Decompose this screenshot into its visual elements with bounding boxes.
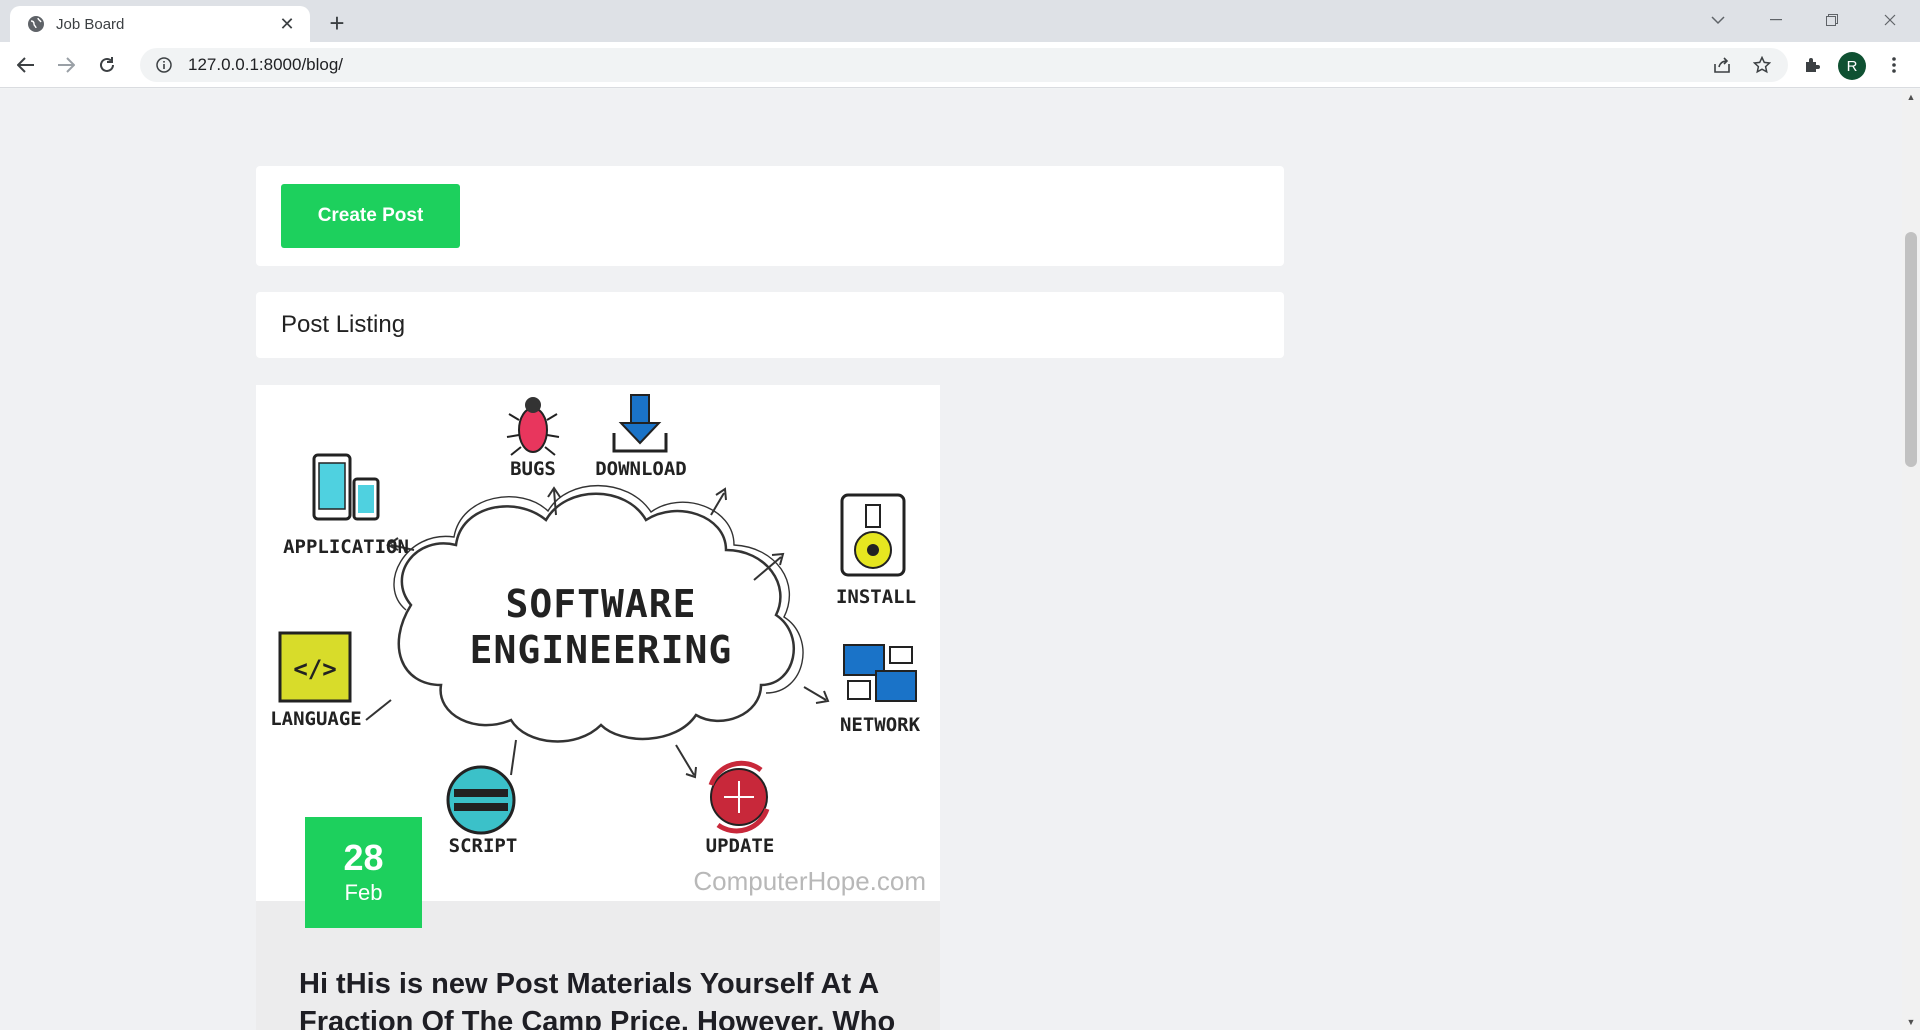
tab-title: Job Board <box>56 15 125 33</box>
forward-arrow-icon[interactable] <box>50 49 82 81</box>
install-icon <box>840 493 906 577</box>
label-script: SCRIPT <box>449 835 518 857</box>
reload-icon[interactable] <box>91 49 123 81</box>
browser-toolbar: 127.0.0.1:8000/blog/ R <box>0 42 1920 88</box>
restore-icon[interactable] <box>1804 0 1860 40</box>
language-icon: </> <box>278 631 352 703</box>
label-download: DOWNLOAD <box>595 458 687 480</box>
globe-icon <box>26 14 46 34</box>
tab-strip: Job Board ✕ + <box>0 0 1920 42</box>
page-scrollbar[interactable]: ▲ ▼ <box>1902 89 1920 1030</box>
address-bar[interactable]: 127.0.0.1:8000/blog/ <box>140 48 1788 82</box>
tab-search-icon[interactable] <box>1690 0 1746 40</box>
download-icon <box>612 394 668 453</box>
page-viewport: Create Post Post Listing SOFTWARE ENGINE… <box>0 89 1902 1030</box>
update-icon <box>708 760 770 834</box>
url-text: 127.0.0.1:8000/blog/ <box>188 55 344 74</box>
back-arrow-icon[interactable] <box>10 49 42 81</box>
tab-close-icon[interactable]: ✕ <box>276 13 298 35</box>
network-icon <box>843 644 917 702</box>
profile-avatar[interactable]: R <box>1838 52 1866 80</box>
script-icon <box>446 765 516 835</box>
center-line-1: SOFTWARE <box>505 582 696 626</box>
browser-tab[interactable]: Job Board ✕ <box>10 6 310 42</box>
post-card[interactable]: SOFTWARE ENGINEERING BUGS DOWNLOAD APPLI… <box>256 385 940 1030</box>
post-title[interactable]: Hi tHis is new Post Materials Yourself A… <box>299 965 919 1030</box>
scroll-thumb[interactable] <box>1905 232 1917 467</box>
create-post-card: Create Post <box>256 166 1284 266</box>
svg-text:</>: </> <box>293 655 336 683</box>
date-month: Feb <box>344 879 383 905</box>
scroll-up-arrow-icon[interactable]: ▲ <box>1902 89 1920 105</box>
listing-heading: Post Listing <box>281 311 406 338</box>
scroll-down-arrow-icon[interactable]: ▼ <box>1902 1014 1920 1030</box>
site-info-icon[interactable] <box>154 55 174 75</box>
extensions-puzzle-icon[interactable] <box>1798 51 1826 79</box>
application-icon <box>312 453 380 521</box>
create-post-button[interactable]: Create Post <box>281 184 460 248</box>
label-network: NETWORK <box>840 714 921 736</box>
menu-kebab-icon[interactable] <box>1880 51 1908 79</box>
post-listing-header: Post Listing <box>256 292 1284 358</box>
minimize-icon[interactable] <box>1748 0 1804 40</box>
bug-icon <box>506 397 560 456</box>
label-application: APPLICATION <box>283 536 409 558</box>
share-icon[interactable] <box>1708 51 1736 79</box>
center-line-2: ENGINEERING <box>470 628 733 672</box>
label-language: LANGUAGE <box>270 708 362 730</box>
label-install: INSTALL <box>836 586 916 608</box>
bookmark-star-icon[interactable] <box>1748 51 1776 79</box>
label-update: UPDATE <box>706 835 775 857</box>
close-window-icon[interactable] <box>1862 0 1918 40</box>
label-bugs: BUGS <box>510 458 556 480</box>
date-day: 28 <box>343 836 384 878</box>
image-watermark: ComputerHope.com <box>693 866 926 896</box>
date-badge: 28 Feb <box>305 817 422 928</box>
new-tab-icon[interactable]: + <box>322 8 352 38</box>
